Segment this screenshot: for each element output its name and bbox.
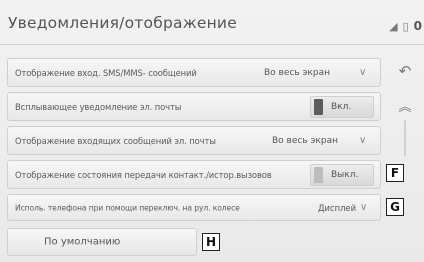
setting-row-sms-display[interactable]: Отображение вход. SMS/MMS- сообщений Во …	[7, 58, 381, 87]
setting-label: Исполь. телефона при помощи переключ. на…	[15, 203, 240, 212]
toggle-knob	[314, 166, 323, 183]
setting-value: Во весь экран	[264, 67, 330, 78]
battery-icon: ▯	[402, 19, 409, 33]
page-title: Уведомления/отображение	[8, 14, 237, 32]
callout-f: F	[386, 164, 404, 182]
callout-h: H	[202, 233, 220, 251]
setting-row-steering-switch[interactable]: Исполь. телефона при помощи переключ. на…	[7, 194, 381, 221]
setting-row-contacts-transfer[interactable]: Отображение состояния передачи контакт./…	[7, 160, 381, 189]
restore-defaults-label: По умолчанию	[44, 236, 121, 248]
setting-value: Дисплей	[318, 202, 357, 213]
chevron-down-icon: ∨	[360, 201, 368, 213]
header-divider	[0, 44, 424, 45]
status-bar: ◢ ▯ 0	[389, 18, 424, 34]
status-number: 0	[413, 19, 422, 33]
scroll-up-button[interactable]: ︽	[389, 92, 421, 118]
signal-icon: ◢	[389, 19, 398, 33]
back-button[interactable]: ↶	[389, 58, 421, 84]
restore-defaults-button[interactable]: По умолчанию	[7, 228, 197, 256]
setting-label: Отображение вход. SMS/MMS- сообщений	[15, 67, 197, 78]
setting-value: Во весь экран	[272, 135, 338, 146]
back-icon: ↶	[398, 62, 412, 80]
setting-label: Всплывающее уведомление эл. почты	[15, 101, 182, 112]
toggle-state: Вкл.	[331, 101, 352, 112]
setting-row-email-display[interactable]: Отображение входящих сообщений эл. почты…	[7, 126, 381, 155]
setting-label: Отображение входящих сообщений эл. почты	[15, 135, 216, 146]
double-chevron-up-icon: ︽	[398, 99, 412, 115]
contacts-transfer-toggle[interactable]: Выкл.	[310, 163, 374, 186]
toggle-knob	[314, 98, 323, 115]
setting-label: Отображение состояния передачи контакт./…	[15, 169, 272, 180]
toggle-state: Выкл.	[331, 169, 359, 180]
setting-row-email-popup[interactable]: Всплывающее уведомление эл. почты Вкл.	[7, 92, 381, 121]
chevron-down-icon: ∨	[359, 66, 367, 78]
callout-g: G	[386, 198, 404, 216]
chevron-down-icon: ∨	[359, 134, 367, 146]
email-popup-toggle[interactable]: Вкл.	[310, 95, 374, 118]
scrollbar[interactable]	[404, 120, 406, 156]
